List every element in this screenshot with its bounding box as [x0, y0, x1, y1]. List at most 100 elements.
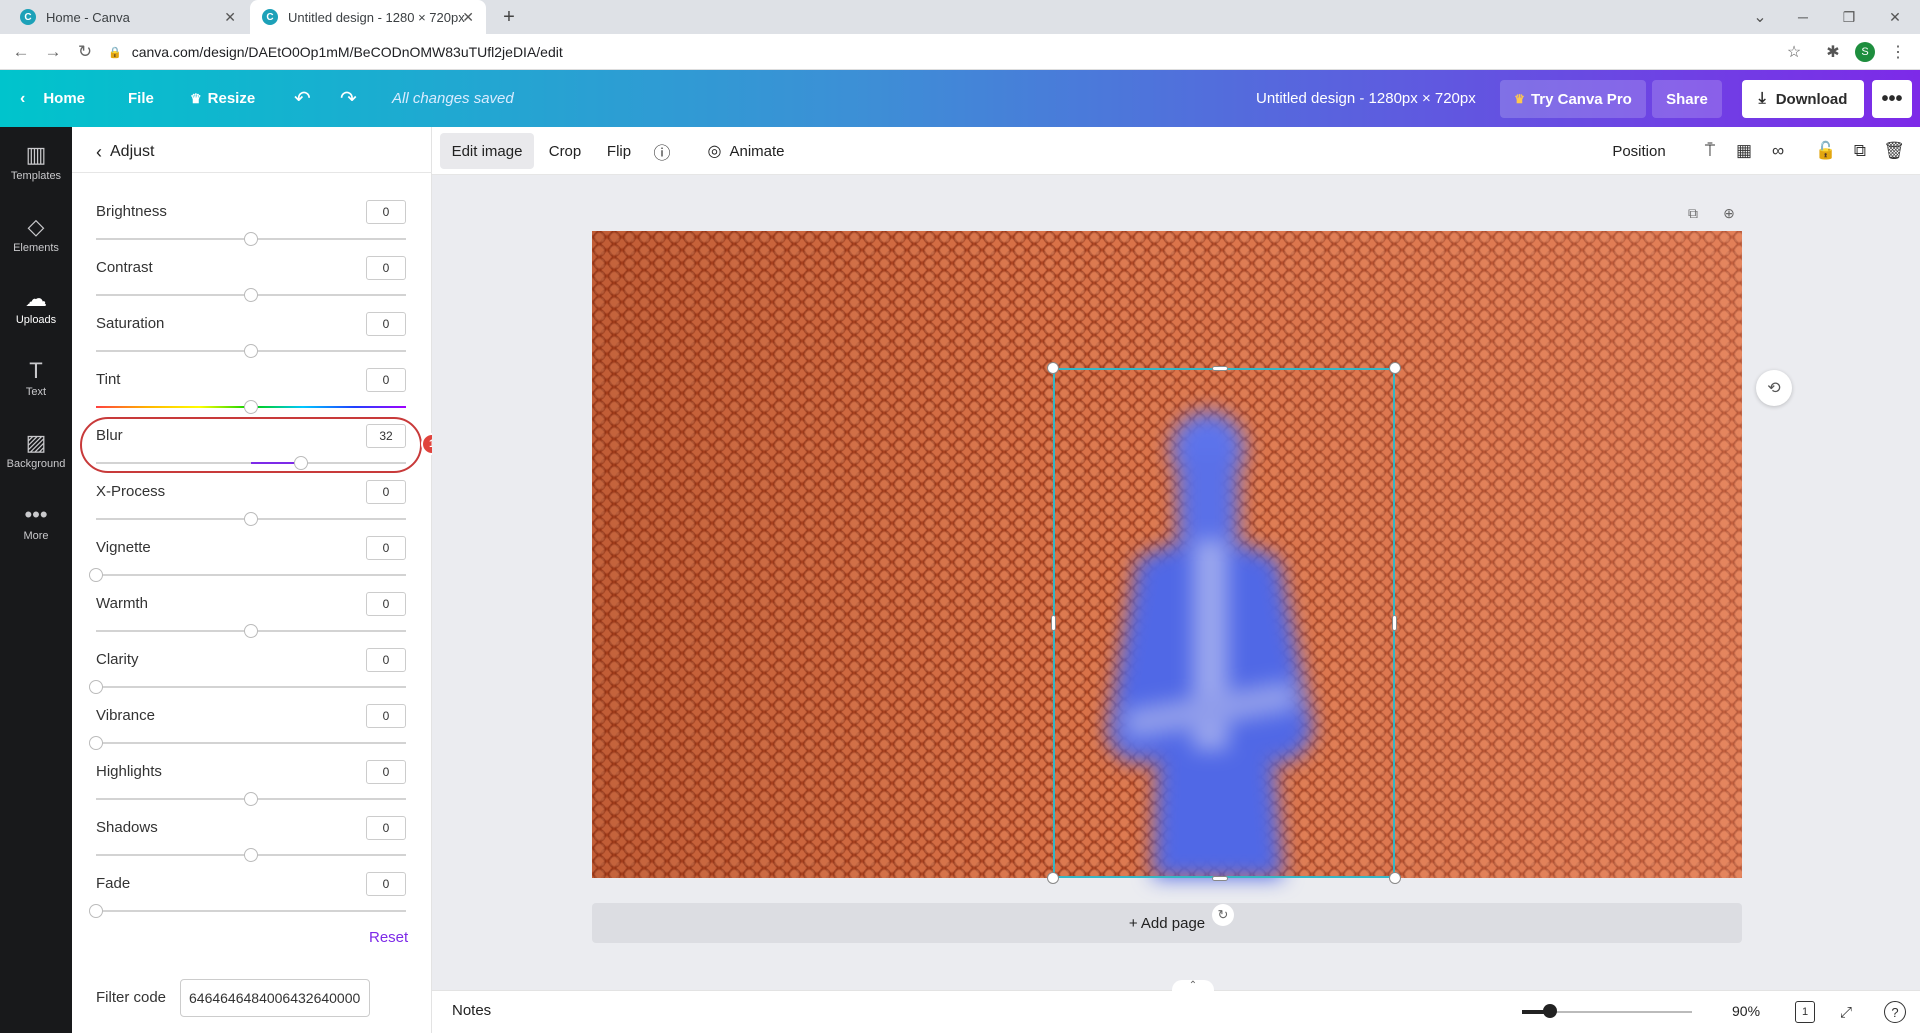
- trash-icon[interactable]: 🗑: [1880, 137, 1908, 165]
- download-button[interactable]: ⤓ Download: [1742, 80, 1864, 118]
- adjust-slider-knob[interactable]: [244, 232, 258, 246]
- adjust-value-saturation[interactable]: 0: [366, 312, 406, 336]
- adjust-slider-knob[interactable]: [89, 904, 103, 918]
- add-page-button[interactable]: + Add page: [592, 903, 1742, 943]
- adjust-value-vibrance[interactable]: 0: [366, 704, 406, 728]
- transparency-icon[interactable]: ▦: [1730, 137, 1758, 165]
- link-icon[interactable]: ∞: [1764, 137, 1792, 165]
- adjust-slider-knob[interactable]: [89, 568, 103, 582]
- tab-search-icon[interactable]: ⌄: [1747, 4, 1773, 30]
- extensions-icon[interactable]: ✱: [1821, 40, 1845, 64]
- restore-icon[interactable]: ❐: [1836, 4, 1862, 30]
- resize-handle-left[interactable]: [1051, 615, 1056, 631]
- page-count-icon[interactable]: 1: [1795, 1001, 1815, 1023]
- zoom-level[interactable]: 90%: [1732, 1003, 1760, 1019]
- bookmark-star-icon[interactable]: ☆: [1782, 40, 1806, 64]
- resize-handle-bottom-right[interactable]: [1389, 872, 1401, 884]
- undo-icon[interactable]: ↶: [294, 70, 311, 127]
- adjust-slider-knob[interactable]: [89, 736, 103, 750]
- crop-button[interactable]: Crop: [540, 133, 590, 169]
- help-icon[interactable]: ?: [1884, 1001, 1906, 1023]
- close-tab-icon[interactable]: ✕: [462, 9, 474, 26]
- selection-box[interactable]: [1053, 368, 1395, 878]
- adjust-slider-knob[interactable]: [244, 512, 258, 526]
- adjust-slider-knob[interactable]: [244, 624, 258, 638]
- adjust-slider-knob[interactable]: [244, 344, 258, 358]
- close-window-icon[interactable]: ✕: [1882, 4, 1908, 30]
- adjust-slider-vignette[interactable]: [96, 574, 406, 576]
- minimize-icon[interactable]: ─: [1790, 4, 1816, 30]
- close-tab-icon[interactable]: ✕: [224, 9, 236, 26]
- forward-arrow-icon[interactable]: →: [40, 40, 66, 64]
- position-button[interactable]: Position: [1602, 133, 1676, 169]
- resize-handle-bottom[interactable]: [1212, 876, 1228, 881]
- adjust-value-tint[interactable]: 0: [366, 368, 406, 392]
- adjust-value-vignette[interactable]: 0: [366, 536, 406, 560]
- back-arrow-icon[interactable]: ←: [8, 40, 34, 64]
- profile-avatar[interactable]: S: [1855, 42, 1875, 62]
- more-options-button[interactable]: •••: [1872, 80, 1912, 118]
- share-button[interactable]: Share: [1652, 80, 1722, 118]
- info-icon[interactable]: ⓘ: [648, 137, 676, 165]
- fullscreen-icon[interactable]: ⤢: [1834, 1000, 1858, 1024]
- adjust-value-brightness[interactable]: 0: [366, 200, 406, 224]
- lock-icon[interactable]: 🔓: [1812, 137, 1840, 165]
- copy-page-icon[interactable]: ⧉: [1682, 202, 1704, 224]
- adjust-value-warmth[interactable]: 0: [366, 592, 406, 616]
- adjust-value-shadows[interactable]: 0: [366, 816, 406, 840]
- try-canva-pro-button[interactable]: ♛ Try Canva Pro: [1500, 80, 1646, 118]
- design-title[interactable]: Untitled design - 1280px × 720px: [1256, 70, 1476, 127]
- adjust-slider-knob[interactable]: [244, 400, 258, 414]
- adjust-slider-fade[interactable]: [96, 910, 406, 912]
- browser-tab-home[interactable]: C Home - Canva ✕: [8, 0, 248, 34]
- resize-handle-bottom-left[interactable]: [1047, 872, 1059, 884]
- back-to-adjust-button[interactable]: ‹ Adjust: [96, 140, 154, 164]
- rail-item-background[interactable]: ▨ Background: [0, 415, 72, 487]
- rail-item-templates[interactable]: ▥ Templates: [0, 127, 72, 199]
- rail-item-text[interactable]: T Text: [0, 343, 72, 415]
- expand-pages-chevron-icon[interactable]: ⌃: [1172, 980, 1214, 992]
- adjust-label-vignette: Vignette: [96, 539, 151, 556]
- adjust-value-contrast[interactable]: 0: [366, 256, 406, 280]
- adjust-slider-knob[interactable]: [244, 288, 258, 302]
- adjust-label-fade: Fade: [96, 875, 131, 892]
- browser-tab-design[interactable]: C Untitled design - 1280 × 720px ✕: [250, 0, 486, 34]
- rail-item-more[interactable]: ••• More: [0, 487, 72, 559]
- animate-button[interactable]: ◎ Animate: [696, 133, 796, 169]
- reload-icon[interactable]: ↻: [72, 40, 98, 64]
- crown-icon: ♛: [1514, 92, 1525, 106]
- reset-button[interactable]: Reset: [369, 929, 408, 946]
- adjust-slider-vibrance[interactable]: [96, 742, 406, 744]
- adjust-slider-clarity[interactable]: [96, 686, 406, 688]
- resize-button[interactable]: ♛ Resize: [190, 70, 255, 127]
- resize-handle-right[interactable]: [1392, 615, 1397, 631]
- edit-image-button[interactable]: Edit image: [440, 133, 534, 169]
- rotate-icon[interactable]: ↻: [1212, 904, 1234, 926]
- adjust-slider-knob[interactable]: [244, 792, 258, 806]
- refresh-comment-icon[interactable]: ⟲: [1756, 370, 1792, 406]
- adjust-value-x-process[interactable]: 0: [366, 480, 406, 504]
- adjust-value-clarity[interactable]: 0: [366, 648, 406, 672]
- file-menu-button[interactable]: File: [128, 70, 154, 127]
- redo-icon[interactable]: ↷: [340, 70, 357, 127]
- resize-handle-top[interactable]: [1212, 366, 1228, 371]
- zoom-slider-knob[interactable]: [1543, 1004, 1557, 1018]
- filter-code-input[interactable]: [180, 979, 370, 1017]
- browser-menu-icon[interactable]: ⋮: [1886, 40, 1910, 64]
- new-tab-button[interactable]: +: [496, 4, 522, 30]
- duplicate-icon[interactable]: ⧉: [1846, 137, 1874, 165]
- home-button[interactable]: ‹ Home: [20, 70, 85, 127]
- notes-button[interactable]: Notes: [452, 1002, 491, 1019]
- rail-item-uploads[interactable]: ☁ Uploads: [0, 271, 72, 343]
- resize-handle-top-right[interactable]: [1389, 362, 1401, 374]
- rail-item-elements[interactable]: ◇ Elements: [0, 199, 72, 271]
- adjust-slider-knob[interactable]: [244, 848, 258, 862]
- adjust-slider-knob[interactable]: [89, 680, 103, 694]
- flip-button[interactable]: Flip: [598, 133, 640, 169]
- url-field[interactable]: 🔒 canva.com/design/DAEtO0Op1mM/BeCODnOMW…: [108, 40, 1808, 64]
- paint-roller-icon[interactable]: ⍑: [1696, 137, 1724, 165]
- adjust-value-fade[interactable]: 0: [366, 872, 406, 896]
- add-page-icon[interactable]: ⊕: [1718, 202, 1740, 224]
- resize-handle-top-left[interactable]: [1047, 362, 1059, 374]
- adjust-value-highlights[interactable]: 0: [366, 760, 406, 784]
